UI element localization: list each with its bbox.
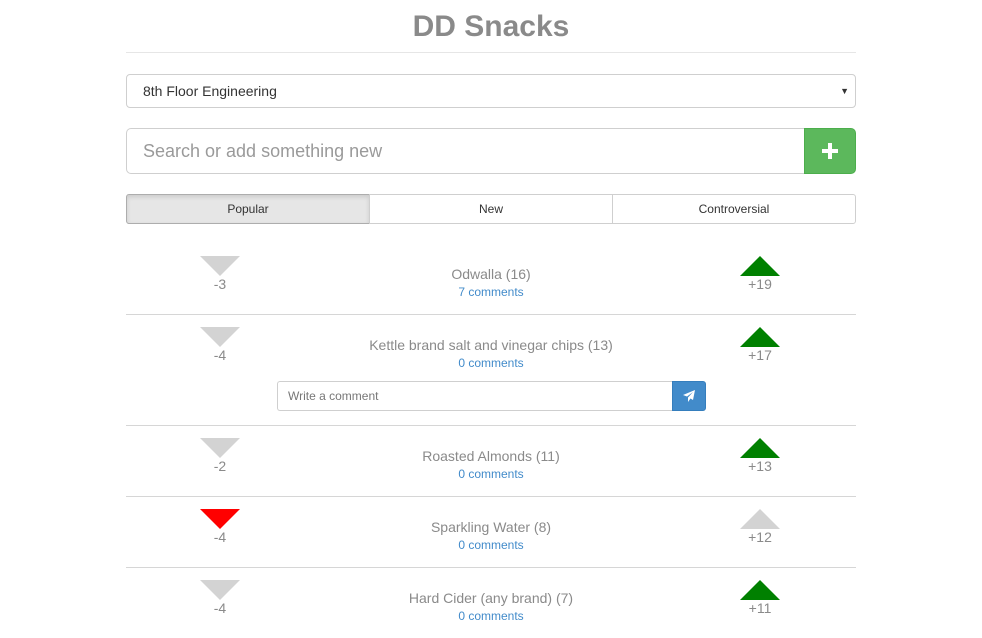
caret-down-icon: ▼ — [840, 86, 849, 96]
downvote-arrow-icon — [200, 256, 240, 276]
upvote-arrow-icon — [740, 327, 780, 347]
upvote-button[interactable]: +17 — [740, 327, 780, 363]
comments-link[interactable]: 0 comments — [276, 607, 706, 625]
upvote-count: +12 — [748, 529, 772, 545]
upvote-arrow-icon — [740, 580, 780, 600]
search-row — [126, 128, 856, 174]
list-item: -3 Odwalla (16) 7 comments +19 — [126, 244, 856, 315]
upvote-arrow-icon — [740, 509, 780, 529]
downvote-button[interactable]: -3 — [200, 256, 240, 292]
downvote-arrow-icon — [200, 438, 240, 458]
comment-form — [277, 381, 706, 411]
upvote-count: +11 — [748, 600, 772, 616]
tab-new[interactable]: New — [369, 194, 613, 224]
item-name: Odwalla (16) — [451, 266, 531, 282]
plus-icon — [822, 143, 838, 159]
item-name: Sparkling Water (8) — [430, 519, 552, 535]
upvote-button[interactable]: +13 — [740, 438, 780, 474]
send-comment-button[interactable] — [672, 381, 706, 411]
downvote-count: -2 — [213, 458, 227, 474]
upvote-button[interactable]: +19 — [740, 256, 780, 292]
tab-controversial[interactable]: Controversial — [612, 194, 856, 224]
comments-link[interactable]: 0 comments — [276, 536, 706, 554]
upvote-count: +19 — [748, 276, 772, 292]
search-input[interactable] — [126, 128, 804, 174]
downvote-button[interactable]: -4 — [200, 580, 240, 616]
downvote-arrow-icon — [200, 327, 240, 347]
downvote-arrow-icon — [200, 509, 240, 529]
upvote-button[interactable]: +11 — [740, 580, 780, 616]
comments-link[interactable]: 0 comments — [276, 465, 706, 483]
sort-tabs: Popular New Controversial — [126, 194, 856, 224]
downvote-count: -3 — [213, 276, 227, 292]
upvote-count: +13 — [748, 458, 772, 474]
group-select-value: 8th Floor Engineering — [143, 83, 277, 99]
list-item: -4 Sparkling Water (8) 0 comments +12 — [126, 497, 856, 568]
downvote-button[interactable]: -2 — [200, 438, 240, 474]
downvote-count: -4 — [213, 600, 227, 616]
upvote-arrow-icon — [740, 438, 780, 458]
downvote-arrow-icon — [200, 580, 240, 600]
send-icon — [683, 390, 695, 402]
list-item: -2 Roasted Almonds (11) 0 comments +13 — [126, 426, 856, 497]
downvote-count: -4 — [213, 347, 227, 363]
upvote-button[interactable]: +12 — [740, 509, 780, 545]
add-button[interactable] — [804, 128, 856, 174]
tab-popular[interactable]: Popular — [126, 194, 370, 224]
downvote-button[interactable]: -4 — [200, 327, 240, 363]
item-name: Kettle brand salt and vinegar chips (13) — [369, 337, 613, 353]
downvote-button[interactable]: -4 — [200, 509, 240, 545]
list-item: -4 Kettle brand salt and vinegar chips (… — [126, 315, 856, 426]
snack-list: -3 Odwalla (16) 7 comments +19 -4 Kettle… — [126, 244, 856, 638]
item-name: Hard Cider (any brand) (7) — [408, 590, 574, 606]
app-container: DD Snacks 8th Floor Engineering ▼ Popula… — [126, 0, 856, 638]
comments-link[interactable]: 0 comments — [276, 354, 706, 372]
item-name: Roasted Almonds (11) — [422, 448, 560, 464]
comment-input[interactable] — [277, 381, 672, 411]
comments-link[interactable]: 7 comments — [276, 283, 706, 301]
downvote-count: -4 — [213, 529, 227, 545]
upvote-count: +17 — [748, 347, 772, 363]
list-item: -4 Hard Cider (any brand) (7) 0 comments… — [126, 568, 856, 638]
group-select[interactable]: 8th Floor Engineering ▼ — [126, 74, 856, 108]
page-title: DD Snacks — [126, 0, 856, 53]
upvote-arrow-icon — [740, 256, 780, 276]
